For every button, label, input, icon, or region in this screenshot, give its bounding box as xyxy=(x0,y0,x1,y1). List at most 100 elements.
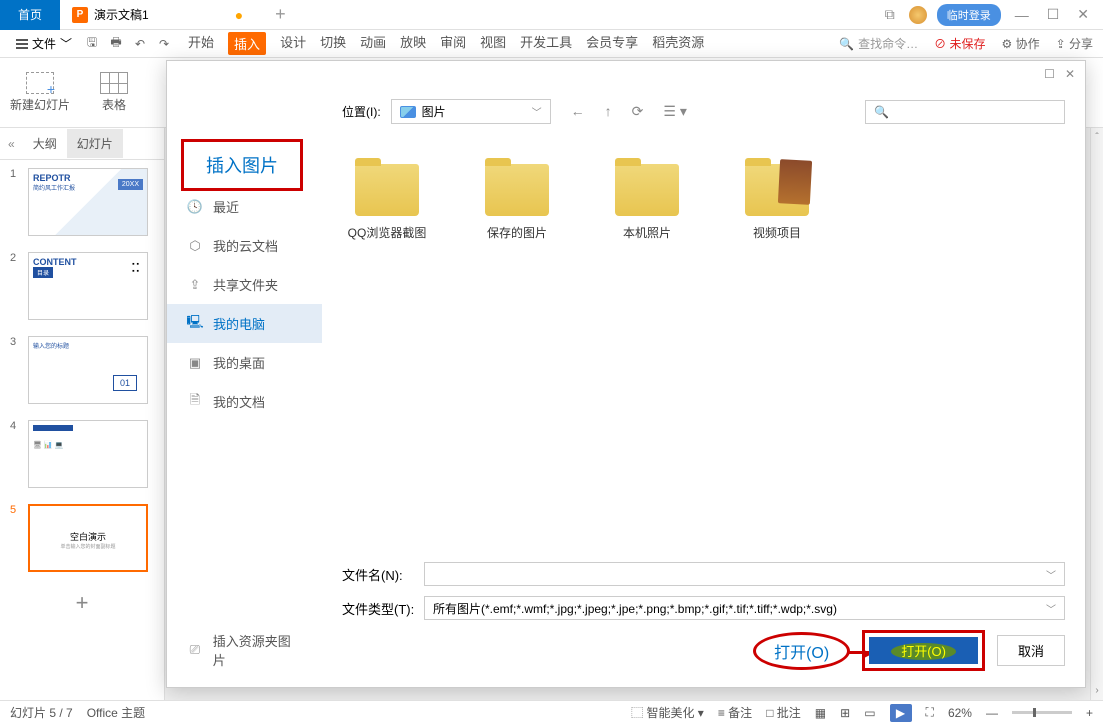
folder-grid: QQ浏览器截图 保存的图片 本机照片 视频项目 xyxy=(342,164,1065,241)
nav-back-icon[interactable]: ← xyxy=(571,103,585,120)
sidebar-insert-resource[interactable]: ⎚插入资源夹图片 xyxy=(167,621,322,679)
slide-thumbnail-5[interactable]: 5 空白演示单击输入您的封面副标题 xyxy=(0,496,164,580)
notes-button[interactable]: ≡ 备注 xyxy=(718,704,752,721)
folder-video-projects[interactable]: 视频项目 xyxy=(732,164,822,241)
outline-tab[interactable]: 大纲 xyxy=(23,129,67,158)
slide-number: 3 xyxy=(10,336,22,404)
collapse-panel-icon[interactable]: « xyxy=(0,137,23,151)
computer-icon: 🖳 xyxy=(187,316,203,332)
zoom-in-button[interactable]: + xyxy=(1086,706,1093,720)
slide-thumbnail-3[interactable]: 3 输入您的标题01 xyxy=(0,328,164,412)
smart-beautify-button[interactable]: ⬚ 智能美化 ▾ xyxy=(631,704,704,721)
login-button[interactable]: 临时登录 xyxy=(937,4,1001,26)
sidebar-cloud[interactable]: ⬡我的云文档 xyxy=(167,226,322,265)
folder-icon xyxy=(745,164,809,216)
collab-button[interactable]: ⚙ 协作 xyxy=(1001,35,1039,52)
cube-icon: ⬚ xyxy=(631,706,646,720)
slide-number: 2 xyxy=(10,252,22,320)
slide-list[interactable]: 1 REPOTR简约风工作汇报20XX 2 CONTENT目录▪ ▪▪ ▪ 3 … xyxy=(0,160,164,626)
slideshow-button[interactable]: ▶ xyxy=(890,704,912,722)
zoom-out-button[interactable]: — xyxy=(986,706,998,720)
menu-resources[interactable]: 稻壳资源 xyxy=(652,32,704,55)
table-icon xyxy=(100,72,128,94)
folder-local-photos[interactable]: 本机照片 xyxy=(602,164,692,241)
zoom-level[interactable]: 62% xyxy=(948,706,972,720)
menu-transition[interactable]: 切换 xyxy=(320,32,346,55)
slide-thumbnail-4[interactable]: 4 🖥 📊 💻 xyxy=(0,412,164,496)
save-icon[interactable]: 🖫 xyxy=(84,36,100,52)
sidebar-documents[interactable]: 🗎我的文档 xyxy=(167,382,322,421)
menu-view[interactable]: 视图 xyxy=(480,32,506,55)
search-icon: 🔍 xyxy=(874,105,889,119)
command-search[interactable]: 🔍 查找命令… xyxy=(839,35,918,52)
document-title: 演示文稿1 xyxy=(94,6,149,23)
menu-member[interactable]: 会员专享 xyxy=(586,32,638,55)
unsaved-indicator[interactable]: ⊘ 未保存 xyxy=(934,35,985,52)
minimize-icon[interactable]: — xyxy=(1011,3,1033,27)
reading-view-icon[interactable]: ▭ xyxy=(864,706,875,720)
status-bar: 幻灯片 5 / 7 Office 主题 ⬚ 智能美化 ▾ ≡ 备注 □ 批注 ▦… xyxy=(0,700,1103,724)
open-button[interactable]: 打开(O) xyxy=(869,637,978,664)
menu-start[interactable]: 开始 xyxy=(188,32,214,55)
menu-insert[interactable]: 插入 xyxy=(228,32,266,55)
slide-thumbnail-2[interactable]: 2 CONTENT目录▪ ▪▪ ▪ xyxy=(0,244,164,328)
fit-icon[interactable]: ⛶ xyxy=(926,705,934,720)
zoom-slider[interactable] xyxy=(1012,711,1072,714)
theme-name: Office 主题 xyxy=(87,704,145,721)
slides-tab[interactable]: 幻灯片 xyxy=(67,129,123,158)
comments-button[interactable]: □ 批注 xyxy=(766,704,801,721)
normal-view-icon[interactable]: ▦ xyxy=(815,706,826,720)
location-dropdown[interactable]: 图片 ﹀ xyxy=(391,99,551,124)
undo-icon[interactable]: ↶ xyxy=(132,36,148,52)
folder-saved-pictures[interactable]: 保存的图片 xyxy=(472,164,562,241)
insert-picture-dialog: ☐ ✕ 插入图片 🕓最近 ⬡我的云文档 ⇪共享文件夹 🖳我的电脑 ▣我的桌面 🗎… xyxy=(166,60,1086,688)
reading-mode-icon[interactable]: ⧉ xyxy=(881,2,899,27)
sidebar-recent[interactable]: 🕓最近 xyxy=(167,187,322,226)
folder-icon xyxy=(615,164,679,216)
sidebar-desktop[interactable]: ▣我的桌面 xyxy=(167,343,322,382)
menu-review[interactable]: 审阅 xyxy=(440,32,466,55)
redo-icon[interactable]: ↷ xyxy=(156,36,172,52)
location-label: 位置(I): xyxy=(342,103,381,120)
view-mode-icon[interactable]: ☰ ▾ xyxy=(663,103,686,120)
add-tab-button[interactable]: + xyxy=(275,4,286,25)
chevron-down-icon: ﹀ xyxy=(60,35,72,52)
filename-input[interactable]: ﹀ xyxy=(424,562,1065,586)
slide-count: 幻灯片 5 / 7 xyxy=(10,704,73,721)
vertical-scrollbar[interactable]: ˆ› xyxy=(1090,128,1103,700)
open-button-highlight: 打开(O) xyxy=(862,630,985,671)
chevron-down-icon: ﹀ xyxy=(532,104,542,119)
menu-design[interactable]: 设计 xyxy=(280,32,306,55)
dialog-close-icon[interactable]: ✕ xyxy=(1065,67,1075,81)
sidebar-computer[interactable]: 🖳我的电脑 xyxy=(167,304,322,343)
avatar[interactable] xyxy=(909,6,927,24)
file-menu[interactable]: 文件 ﹀ xyxy=(10,33,78,54)
menu-animation[interactable]: 动画 xyxy=(360,32,386,55)
dialog-search-input[interactable]: 🔍 xyxy=(865,100,1065,124)
cancel-button[interactable]: 取消 xyxy=(997,635,1065,666)
slides-panel: « 大纲 幻灯片 1 REPOTR简约风工作汇报20XX 2 CONTENT目录… xyxy=(0,128,165,700)
nav-up-icon[interactable]: ↑ xyxy=(605,103,612,120)
slide-thumbnail-1[interactable]: 1 REPOTR简约风工作汇报20XX xyxy=(0,160,164,244)
home-tab[interactable]: 首页 xyxy=(0,0,60,30)
search-icon: 🔍 xyxy=(839,37,854,51)
filetype-dropdown[interactable]: 所有图片(*.emf;*.wmf;*.jpg;*.jpeg;*.jpe;*.pn… xyxy=(424,596,1065,620)
menu-slideshow[interactable]: 放映 xyxy=(400,32,426,55)
sorter-view-icon[interactable]: ⊞ xyxy=(840,706,850,720)
clock-icon: 🕓 xyxy=(187,199,203,215)
file-label: 文件 xyxy=(32,35,56,52)
close-icon[interactable]: ✕ xyxy=(1073,2,1093,27)
folder-qq-screenshots[interactable]: QQ浏览器截图 xyxy=(342,164,432,241)
search-placeholder: 查找命令… xyxy=(858,35,918,52)
new-slide-button[interactable]: + 新建幻灯片 xyxy=(10,72,70,113)
dialog-maximize-icon[interactable]: ☐ xyxy=(1044,67,1055,81)
print-icon[interactable]: 🖶 xyxy=(108,36,124,52)
maximize-icon[interactable]: ☐ xyxy=(1043,2,1064,27)
add-slide-button[interactable]: + xyxy=(0,580,164,626)
nav-newfolder-icon[interactable]: ⟳ xyxy=(632,103,644,120)
table-button[interactable]: 表格 xyxy=(100,72,128,113)
menu-devtools[interactable]: 开发工具 xyxy=(520,32,572,55)
share-button[interactable]: ⇪ 分享 xyxy=(1056,35,1093,52)
document-tab[interactable]: P 演示文稿1 ● xyxy=(60,0,255,30)
sidebar-shared[interactable]: ⇪共享文件夹 xyxy=(167,265,322,304)
